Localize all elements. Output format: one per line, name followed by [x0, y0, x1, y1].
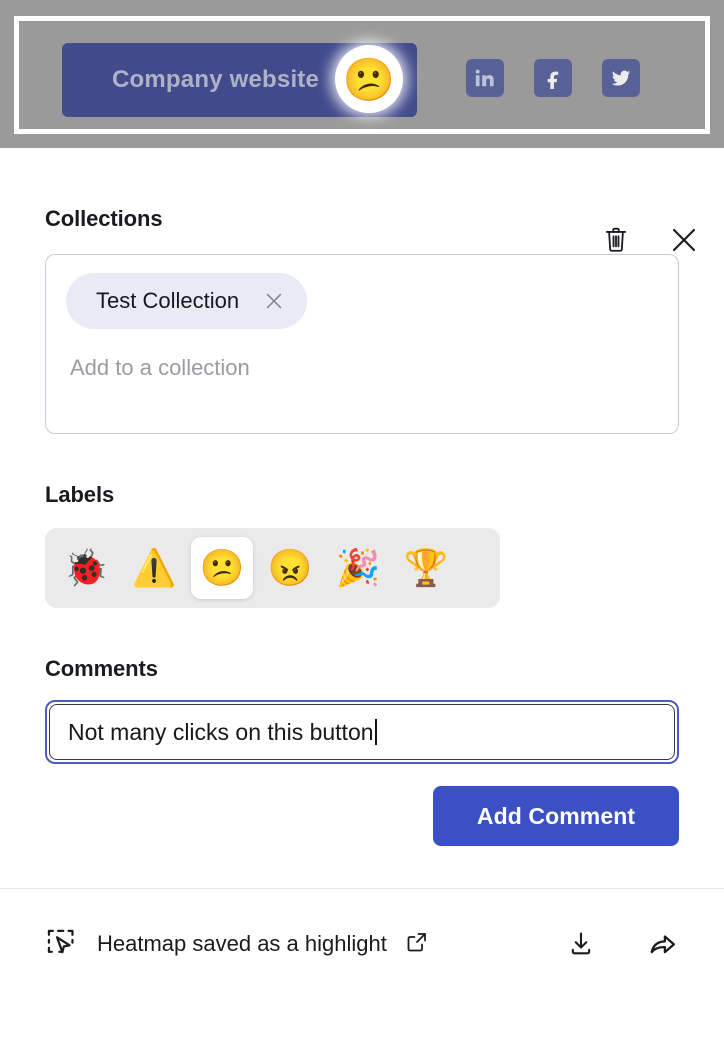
warning-emoji: ⚠️	[131, 547, 177, 588]
label-confused[interactable]: 😕	[191, 537, 253, 599]
comment-input-field[interactable]: Not many clicks on this button	[45, 700, 679, 764]
external-link-icon[interactable]	[405, 930, 429, 959]
delete-icon[interactable]	[600, 224, 632, 256]
panel-top-actions	[600, 224, 700, 256]
annotation-panel: Collections Test Collection Add to a col…	[0, 206, 724, 999]
collection-chip-label: Test Collection	[96, 288, 240, 313]
label-angry[interactable]: 😠	[259, 537, 321, 599]
linkedin-icon[interactable]	[466, 59, 504, 97]
page-screenshot-banner: Company website 😕	[0, 0, 724, 148]
labels-section: Labels 🐞 ⚠️ 😕 😠 🎉 🏆	[0, 482, 724, 608]
social-links	[466, 59, 640, 97]
label-bug[interactable]: 🐞	[55, 537, 117, 599]
comment-input-value: Not many clicks on this button	[68, 718, 374, 745]
label-trophy[interactable]: 🏆	[395, 537, 457, 599]
bug-emoji: 🐞	[63, 547, 109, 588]
collections-title: Collections	[45, 206, 163, 231]
comments-section: Comments Not many clicks on this button …	[0, 656, 724, 846]
collection-chip[interactable]: Test Collection	[66, 273, 308, 329]
confused-emoji: 😕	[199, 547, 245, 588]
label-warning[interactable]: ⚠️	[123, 537, 185, 599]
angry-emoji: 😠	[267, 547, 313, 588]
confused-face-click-marker[interactable]: 😕	[335, 45, 403, 113]
heatmap-status[interactable]: Heatmap saved as a highlight	[45, 925, 429, 964]
close-icon[interactable]	[668, 224, 700, 256]
label-celebrate[interactable]: 🎉	[327, 537, 389, 599]
labels-title: Labels	[45, 482, 115, 507]
heatmap-status-text: Heatmap saved as a highlight	[97, 931, 387, 956]
facebook-icon[interactable]	[534, 59, 572, 97]
labels-row: 🐞 ⚠️ 😕 😠 🎉 🏆	[45, 528, 500, 608]
remove-collection-icon[interactable]	[261, 288, 287, 314]
comment-actions: Add Comment	[45, 786, 679, 846]
text-caret	[374, 719, 377, 745]
company-website-button-label: Company website	[112, 66, 320, 93]
download-icon[interactable]	[565, 928, 597, 960]
share-icon[interactable]	[647, 928, 679, 960]
trophy-emoji: 🏆	[403, 547, 449, 588]
footer-actions	[565, 928, 679, 960]
collections-input-box[interactable]: Test Collection Add to a collection	[45, 254, 679, 434]
twitter-icon[interactable]	[602, 59, 640, 97]
comment-input-inner[interactable]: Not many clicks on this button	[49, 704, 675, 760]
confused-face-emoji: 😕	[342, 56, 396, 103]
celebrate-emoji: 🎉	[335, 547, 381, 588]
add-comment-button[interactable]: Add Comment	[433, 786, 679, 846]
add-collection-placeholder[interactable]: Add to a collection	[66, 355, 658, 381]
panel-footer: Heatmap saved as a highlight	[0, 889, 724, 999]
comments-title: Comments	[45, 656, 158, 681]
selection-cursor-icon	[45, 925, 79, 964]
